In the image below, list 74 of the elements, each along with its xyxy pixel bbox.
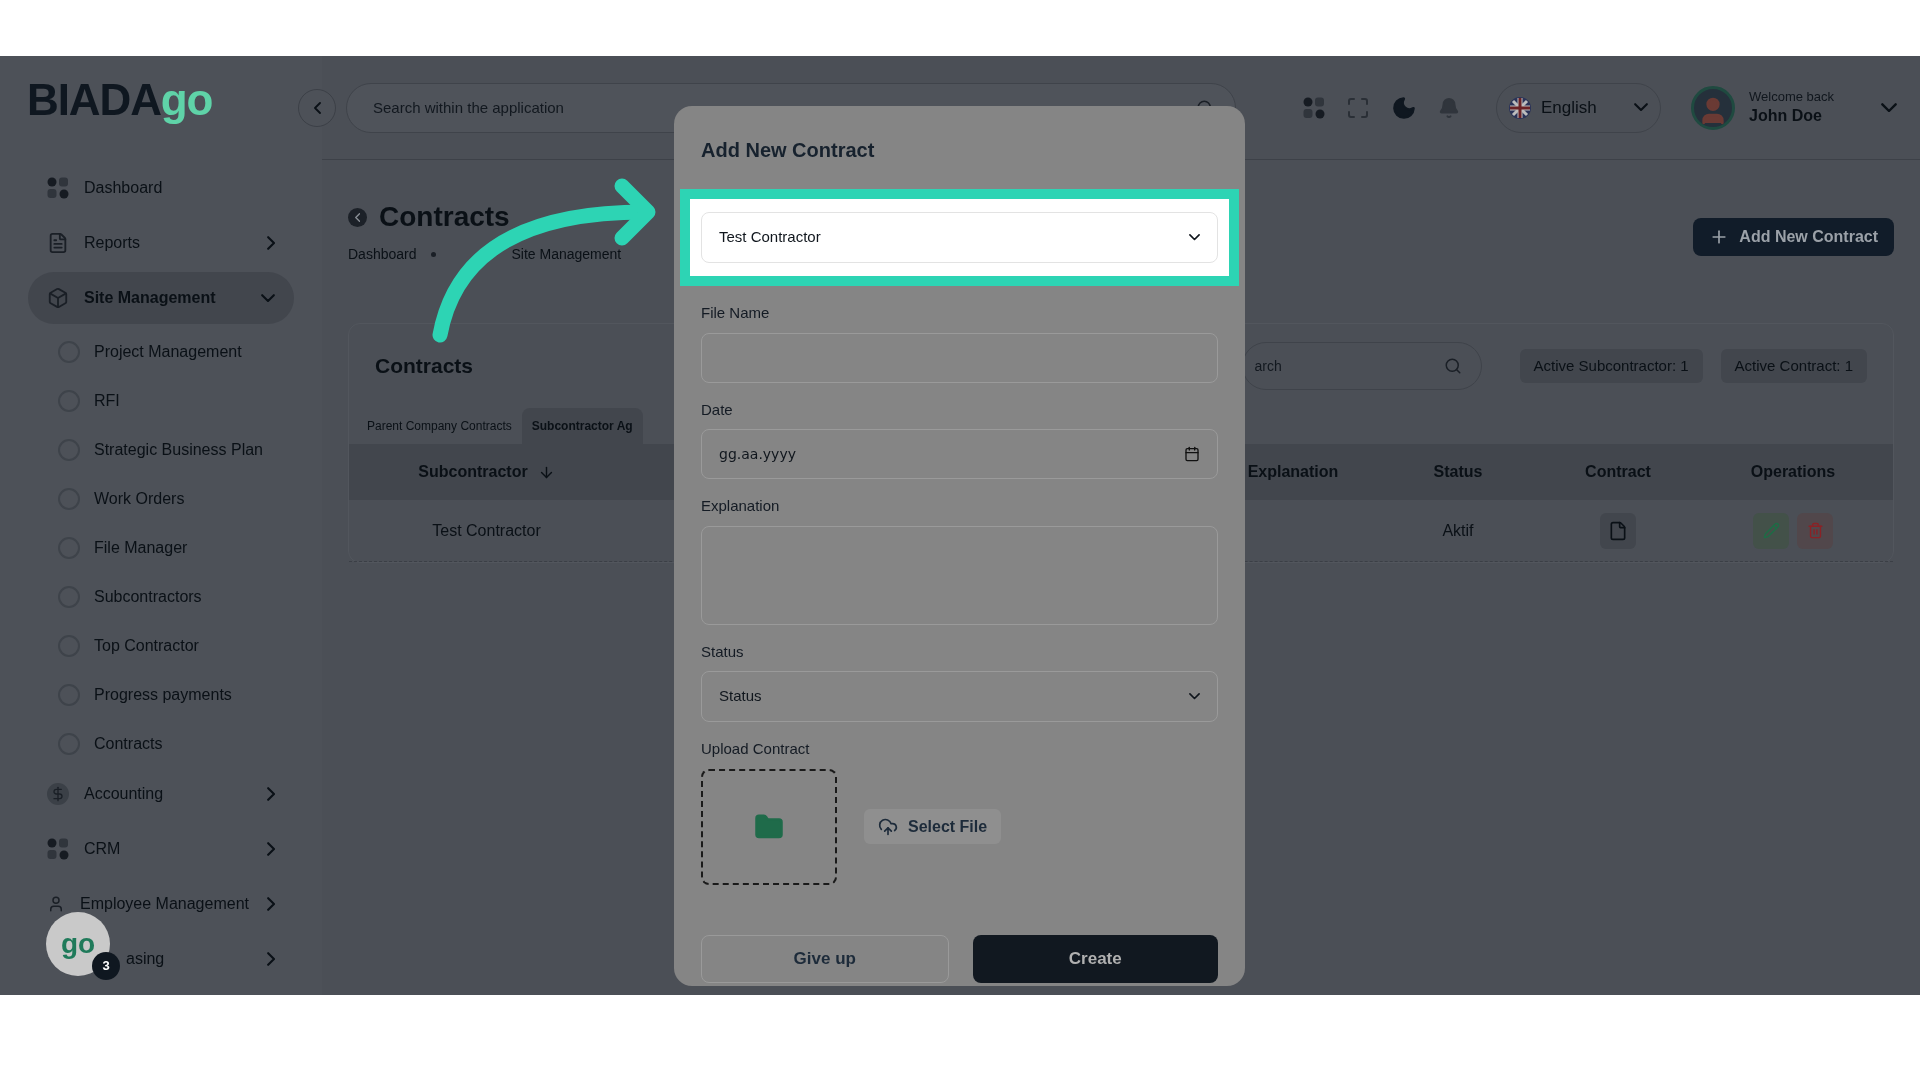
field-label: Status: [701, 641, 745, 662]
trash-icon: [1806, 522, 1824, 539]
sidebar-subitem[interactable]: Contracts: [28, 719, 294, 768]
dollar-icon: [47, 783, 69, 805]
select-file-button[interactable]: Select File: [864, 809, 1002, 844]
person-icon: [47, 895, 65, 913]
document-button[interactable]: [1600, 512, 1636, 549]
sidebar-subitem[interactable]: Strategic Business Plan: [28, 425, 294, 474]
count-badge: Active Contract: 1: [1720, 349, 1867, 383]
grid-icon: [47, 177, 69, 199]
table-cell-text: Test Contractor: [431, 520, 542, 541]
chevron-down-icon: [1189, 693, 1200, 700]
bell-icon[interactable]: [1438, 96, 1460, 119]
column-header[interactable]: Subcontractor: [349, 460, 624, 484]
sidebar-item[interactable]: asing: [122, 933, 294, 985]
sidebar-subitem[interactable]: File Manager: [28, 523, 294, 572]
add-contract-button[interactable]: Add New Contract: [1693, 218, 1894, 256]
select-field[interactable]: Status: [701, 671, 1218, 722]
card-title: Contracts: [375, 353, 474, 380]
field-label: Date: [701, 399, 734, 420]
fullscreen-icon[interactable]: [1346, 95, 1370, 120]
field-label: Upload Contract: [701, 739, 811, 759]
table-cell-text: Aktif: [1441, 520, 1475, 541]
breadcrumb-link[interactable]: Dashboard: [348, 244, 417, 265]
sidebar-item[interactable]: Reports: [28, 217, 294, 269]
cube-icon: [47, 287, 69, 309]
sidebar-subitem[interactable]: Project Management: [28, 327, 294, 376]
chevron-down-icon: [1881, 102, 1897, 113]
count-badge: Active Subcontractor: 1: [1519, 349, 1703, 383]
create-button[interactable]: Create: [972, 934, 1218, 983]
language-select[interactable]: English: [1496, 82, 1661, 133]
chevron-down-icon: [1189, 234, 1200, 241]
logo: BIADAgo: [27, 78, 213, 122]
date-field[interactable]: gg.aa.yyyy: [701, 429, 1218, 479]
tab[interactable]: Subcontractor Ag: [521, 408, 643, 444]
column-header[interactable]: Status: [1373, 460, 1543, 484]
upload-dropzone[interactable]: [701, 768, 837, 885]
column-header[interactable]: Contract: [1543, 460, 1693, 484]
chevron-down-icon: [1634, 103, 1648, 112]
column-header[interactable]: Operations: [1693, 460, 1893, 484]
sidebar-subitem[interactable]: Work Orders: [28, 474, 294, 523]
document-icon: [1608, 520, 1628, 541]
sidebar-item[interactable]: Accounting: [28, 768, 294, 820]
user-name: John Doe: [1749, 105, 1823, 126]
chevron-left-icon: [313, 101, 321, 114]
flag-icon: [1509, 96, 1531, 119]
tab[interactable]: Parent Company Contracts: [357, 408, 522, 444]
cancel-button[interactable]: Give up: [701, 934, 949, 983]
sidebar-item[interactable]: CRM: [28, 823, 294, 875]
chevron-left-icon: [354, 212, 361, 222]
delete-button[interactable]: [1797, 512, 1833, 549]
sidebar-item[interactable]: Site Management: [28, 272, 294, 324]
page-title: Contracts: [379, 200, 510, 234]
grid-icon: [47, 838, 69, 860]
greeting-text: Welcome back: [1749, 89, 1835, 106]
sidebar-subitem[interactable]: Subcontractors: [28, 572, 294, 621]
edit-button[interactable]: [1753, 512, 1789, 549]
field-label: Explanation: [701, 496, 781, 516]
modal-title: Add New Contract: [701, 138, 876, 163]
cloud-upload-icon: [878, 816, 898, 837]
calendar-icon: [1184, 446, 1200, 462]
pencil-icon: [1762, 522, 1780, 539]
sidebar-subitem[interactable]: Top Contractor: [28, 621, 294, 670]
sidebar-subitem[interactable]: RFI: [28, 376, 294, 425]
bullet-icon: [430, 252, 436, 257]
document-icon: [47, 232, 69, 254]
select-field[interactable]: Test Contractor: [701, 212, 1218, 263]
apps-icon: [1303, 96, 1325, 119]
sidebar-subitem[interactable]: Progress payments: [28, 670, 294, 719]
breadcrumb-link[interactable]: Site Management: [511, 244, 622, 265]
sidebar-item[interactable]: Dashboard: [28, 162, 294, 214]
moon-icon[interactable]: [1391, 94, 1417, 121]
field-label: File Name: [701, 303, 771, 323]
back-button[interactable]: [348, 207, 367, 227]
